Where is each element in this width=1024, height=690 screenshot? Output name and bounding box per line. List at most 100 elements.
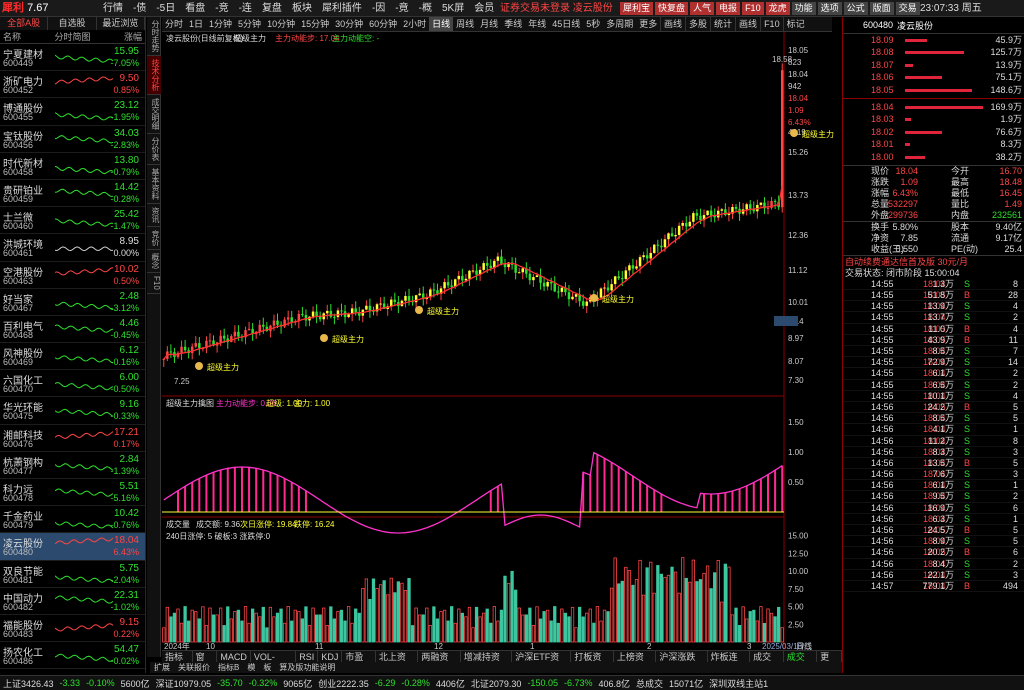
- stock-row[interactable]: 凌云股份 600480 18.04 6.43%: [0, 533, 145, 561]
- indicator-tab[interactable]: VOL-TDX: [251, 651, 297, 674]
- col-chart[interactable]: 分时简图: [54, 30, 90, 43]
- menu-item[interactable]: 行情: [98, 0, 128, 17]
- stock-row[interactable]: 博通股份 600455 23.12 -1.95%: [0, 98, 145, 126]
- stock-row[interactable]: 宁夏建材 600449 15.95 -7.05%: [0, 44, 145, 72]
- chart-area[interactable]: 18.0582318.0494218.041.096.43%431915.261…: [162, 32, 842, 650]
- sh-index[interactable]: 上证3426.43: [3, 677, 54, 690]
- order-level[interactable]: 18.04 169.9万: [843, 101, 1024, 113]
- stock-row[interactable]: 科力远 600478 5.51 -5.16%: [0, 479, 145, 507]
- main-indicator[interactable]: 超级主力: [234, 33, 266, 44]
- stock-row[interactable]: 六国化工 600470 6.00 -0.50%: [0, 370, 145, 398]
- sub-title[interactable]: 超级主力擒图: [166, 398, 214, 409]
- stock-row[interactable]: 好当家 600467 2.48 -3.12%: [0, 289, 145, 316]
- period-tab[interactable]: 分时: [162, 17, 186, 31]
- menu-item[interactable]: 看盘: [180, 0, 210, 17]
- cy-index[interactable]: 创业2222.35: [318, 677, 369, 690]
- menu-item[interactable]: 板块: [287, 0, 317, 17]
- indicator-tab[interactable]: 炸板连板: [708, 651, 751, 674]
- indicator-tab[interactable]: KDJ: [318, 651, 343, 662]
- period-tab[interactable]: 45日线: [549, 17, 583, 31]
- col-change[interactable]: 涨幅: [124, 30, 142, 43]
- order-level[interactable]: 18.08 125.7万: [843, 46, 1024, 58]
- period-tab[interactable]: 季线: [501, 17, 525, 31]
- menu-item[interactable]: -连: [234, 0, 257, 17]
- period-tab[interactable]: 60分钟: [366, 17, 400, 31]
- menu-item[interactable]: -5日: [151, 0, 180, 17]
- chart-tool-tab[interactable]: 画线: [735, 17, 760, 32]
- menu-item[interactable]: -因: [367, 0, 390, 17]
- order-level[interactable]: 18.01 8.3万: [843, 138, 1024, 150]
- stock-row[interactable]: 千金药业 600479 10.42 -0.76%: [0, 506, 145, 534]
- extra-tab[interactable]: 指标B: [214, 662, 243, 673]
- indicator-tab[interactable]: 成交量: [750, 651, 784, 674]
- indicator-tab[interactable]: 打板资金: [571, 651, 614, 674]
- period-tab[interactable]: 1分钟: [206, 17, 235, 31]
- period-tab[interactable]: 月线: [477, 17, 501, 31]
- menu-item[interactable]: 复盘: [257, 0, 287, 17]
- menu-item[interactable]: 5K屏: [437, 0, 469, 17]
- order-level[interactable]: 18.03 1.9万: [843, 113, 1024, 125]
- finance-link[interactable]: 自动续费通达信首及版 30元/月: [843, 254, 1024, 267]
- period-tab[interactable]: 日线: [429, 17, 454, 31]
- col-name[interactable]: 名称: [3, 30, 21, 43]
- stock-row[interactable]: 时代新材 600458 13.80 -0.79%: [0, 153, 145, 180]
- period-tab[interactable]: 更多: [636, 17, 660, 31]
- vertical-tab[interactable]: 成交明细: [147, 95, 161, 134]
- extra-tab[interactable]: 板: [259, 662, 275, 673]
- menu-item[interactable]: 犀利插件: [317, 0, 367, 17]
- menu-item[interactable]: -竞: [210, 0, 233, 17]
- stock-row[interactable]: 华光环能 600475 9.16 -0.33%: [0, 397, 145, 425]
- stock-row[interactable]: 洪城环境 600461 8.95 0.00%: [0, 234, 145, 262]
- stock-row[interactable]: 福能股份 600483 9.15 0.22%: [0, 615, 145, 643]
- vertical-tab[interactable]: 技术分析: [147, 56, 161, 95]
- indicator-tab[interactable]: 上榜资金: [614, 651, 657, 674]
- vertical-tab[interactable]: F10: [147, 273, 161, 294]
- kline-chart[interactable]: 18.0582318.0494218.041.096.43%431915.261…: [162, 32, 842, 650]
- top-button[interactable]: 快复盘: [655, 2, 689, 15]
- period-tab[interactable]: 5秒: [583, 17, 603, 31]
- chart-tool-tab[interactable]: 标记: [782, 17, 808, 32]
- period-tab[interactable]: 15分钟: [298, 17, 332, 31]
- chart-tool-tab[interactable]: 统计: [710, 17, 735, 32]
- stock-row[interactable]: 贵研铂业 600459 14.42 -0.28%: [0, 180, 145, 208]
- order-level[interactable]: 18.05 148.6万: [843, 84, 1024, 96]
- stock-row[interactable]: 双良节能 600481 5.75 -2.04%: [0, 561, 145, 588]
- stock-list-tab[interactable]: 最近浏览: [97, 17, 145, 30]
- indicator-tab[interactable]: 指标A: [162, 651, 193, 674]
- stock-row[interactable]: 空港股份 600463 10.02 0.50%: [0, 262, 145, 289]
- indicator-tab[interactable]: 沪深ETF资金: [512, 651, 572, 674]
- server-name[interactable]: 深圳双线主站1: [709, 677, 768, 690]
- stock-row[interactable]: 浙矿电力 600452 9.50 0.85%: [0, 71, 145, 99]
- indicator-tab[interactable]: 更多: [817, 651, 843, 674]
- stock-row[interactable]: 宝钛股份 600456 34.03 -2.83%: [0, 126, 145, 153]
- top-button[interactable]: 功能: [791, 2, 816, 15]
- order-level[interactable]: 18.00 38.2万: [843, 151, 1024, 163]
- vertical-tab[interactable]: 分价表: [147, 134, 161, 165]
- order-level[interactable]: 18.09 45.9万: [843, 34, 1024, 46]
- top-button[interactable]: 选项: [817, 2, 842, 15]
- period-tab[interactable]: 10分钟: [264, 17, 298, 31]
- extra-tab[interactable]: 算及版功能说明: [275, 662, 339, 673]
- vertical-tab[interactable]: 竞价: [147, 227, 161, 250]
- login-notice[interactable]: 证券交易未登录 凌云股份: [500, 0, 613, 17]
- vol-title[interactable]: 成交量: [166, 519, 190, 530]
- indicator-tab[interactable]: 窗口: [193, 651, 218, 674]
- menu-item[interactable]: -概: [414, 0, 437, 17]
- top-button[interactable]: 犀利宝: [620, 2, 654, 15]
- period-tab[interactable]: 5分钟: [235, 17, 264, 31]
- vertical-tab[interactable]: 概念: [147, 250, 161, 273]
- menu-item[interactable]: 会员: [469, 0, 499, 17]
- indicator-tab[interactable]: MACD: [217, 651, 251, 662]
- period-tab[interactable]: 年线: [525, 17, 549, 31]
- vertical-tab[interactable]: 基本资料: [147, 165, 161, 204]
- top-button[interactable]: 电报: [716, 2, 741, 15]
- top-button[interactable]: F10: [742, 2, 764, 15]
- order-level[interactable]: 18.06 75.1万: [843, 71, 1024, 83]
- menu-item[interactable]: -债: [128, 0, 151, 17]
- app-logo[interactable]: 犀利 7.67: [2, 1, 66, 16]
- chart-tool-tab[interactable]: 画线: [660, 17, 685, 32]
- stock-list-tab[interactable]: 全部A股: [0, 17, 49, 30]
- vertical-tab[interactable]: 资讯: [147, 204, 161, 227]
- indicator-tab[interactable]: 沪深涨跌停: [656, 651, 708, 674]
- sz-index[interactable]: 深证10979.05: [156, 677, 212, 690]
